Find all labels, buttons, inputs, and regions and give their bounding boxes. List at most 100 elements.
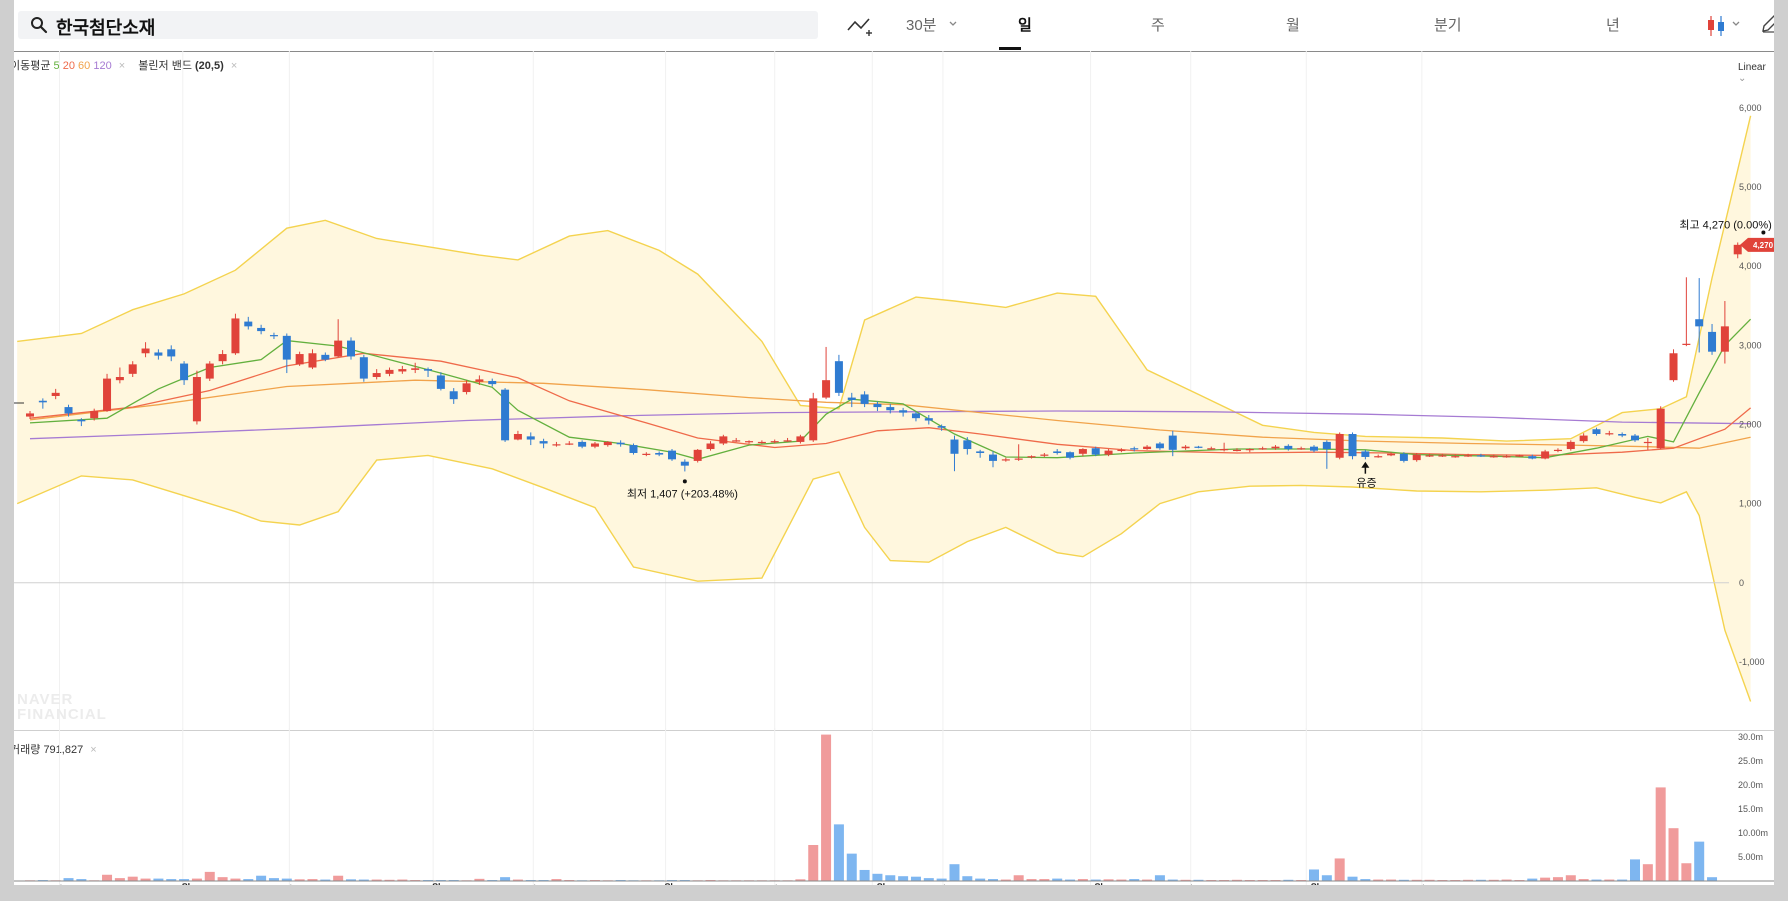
candle-body xyxy=(770,441,779,443)
volume-bar xyxy=(1013,875,1024,881)
chevron-down-icon[interactable] xyxy=(1731,20,1741,28)
volume-bar xyxy=(1694,841,1705,881)
candle-body xyxy=(1682,343,1691,345)
volume-bar xyxy=(846,853,857,881)
pencil-icon[interactable] xyxy=(1760,14,1774,34)
x-tick-label: 07/14 xyxy=(277,884,302,885)
tab-month[interactable]: 월 xyxy=(1286,14,1300,35)
candle-body xyxy=(51,392,60,397)
candle-body xyxy=(1708,331,1717,352)
volume-bar xyxy=(1655,787,1666,881)
volume-bar xyxy=(821,734,832,881)
candle xyxy=(822,346,831,400)
candle-body xyxy=(462,383,471,393)
candle-body xyxy=(1258,448,1267,450)
candle-body xyxy=(1631,435,1639,441)
candle xyxy=(501,388,510,442)
candle-body xyxy=(372,373,381,378)
tab-quarter[interactable]: 분기 xyxy=(1434,14,1462,35)
volume-bar xyxy=(127,876,138,881)
candle-body xyxy=(1245,449,1254,451)
volume-bar xyxy=(256,875,267,881)
candle-body xyxy=(141,348,150,354)
candle-body xyxy=(1502,456,1511,458)
candle-body xyxy=(257,327,266,332)
candle-body xyxy=(578,441,587,447)
search-query[interactable]: 한국첨단소재 xyxy=(56,14,155,40)
candle-body xyxy=(167,349,176,357)
top-toolbar: 한국첨단소재 30분 일 주 월 분기 년 xyxy=(14,0,1774,52)
candle xyxy=(359,354,368,382)
tab-week[interactable]: 주 xyxy=(1151,14,1165,35)
candle-body xyxy=(1361,451,1370,457)
candle-body xyxy=(1297,448,1306,450)
interval-30min-select[interactable]: 30분 xyxy=(906,14,937,35)
y-tick-label: 3,000 xyxy=(1739,340,1762,350)
candle-body xyxy=(1194,446,1203,448)
candle xyxy=(103,373,112,412)
volume-bar xyxy=(102,874,113,881)
candle xyxy=(668,449,676,461)
candle-body xyxy=(1078,449,1087,454)
candle xyxy=(192,370,201,425)
volume-bar xyxy=(962,876,973,881)
candle-body xyxy=(1553,449,1562,452)
candle-body xyxy=(385,369,394,374)
volume-bar xyxy=(1309,869,1319,881)
candle-body xyxy=(1720,326,1729,352)
drawing-tool-icon[interactable] xyxy=(846,14,874,38)
candle-body xyxy=(1348,433,1357,457)
x-tick-label: 11/14 xyxy=(1179,884,1204,885)
candle-body xyxy=(1310,446,1318,451)
candle-body xyxy=(1579,435,1588,442)
active-tab-indicator xyxy=(999,47,1021,50)
candle-body xyxy=(809,398,818,441)
candle-body xyxy=(501,389,510,441)
candle-body xyxy=(834,361,843,393)
y-tick-label: -1,000 xyxy=(1739,657,1765,667)
candle-body xyxy=(411,368,420,370)
candle-body xyxy=(1451,456,1460,458)
search-bar[interactable]: 한국첨단소재 xyxy=(18,11,818,39)
candle-body xyxy=(1181,446,1190,449)
chart-app: 한국첨단소재 30분 일 주 월 분기 년 이동평균 5 20 60 120 ×… xyxy=(14,0,1774,885)
y-tick-label: 6,000 xyxy=(1739,103,1762,113)
candle xyxy=(1656,406,1665,450)
candle-body xyxy=(655,452,664,455)
volume-bar xyxy=(1642,864,1653,881)
candle-body xyxy=(1053,451,1062,453)
candle-body xyxy=(1066,452,1075,458)
y-tick-label: 1,000 xyxy=(1739,499,1762,509)
candle xyxy=(629,443,638,455)
volume-bar xyxy=(1347,876,1358,881)
candle-body xyxy=(1284,445,1293,450)
candle xyxy=(834,354,843,397)
candle-body xyxy=(1541,451,1550,459)
volume-bar xyxy=(1565,875,1576,881)
candle-body xyxy=(359,357,368,379)
candle-body xyxy=(308,353,317,368)
candle-body xyxy=(1425,455,1434,457)
volume-bar xyxy=(1668,828,1679,881)
chevron-down-icon[interactable] xyxy=(948,20,958,28)
candle-body xyxy=(565,443,574,445)
candle-body xyxy=(1618,433,1627,436)
candle-body xyxy=(757,441,766,444)
y-tick-label: 0 xyxy=(1739,578,1744,588)
x-tick-label: 7월 xyxy=(176,883,191,885)
candle-body xyxy=(1489,456,1498,458)
candle-body xyxy=(295,354,304,365)
candle-body xyxy=(90,411,99,419)
price-chart[interactable]: -1,000 0 1,000 2,000 3,000 4,000 5,000 6,000 4,2… xyxy=(14,51,1774,731)
volume-bar xyxy=(885,875,896,881)
volume-y-tick-label: 20.0m xyxy=(1738,780,1763,790)
volume-chart[interactable]: 5.00m 10.00m 15.0m 20.0m 25.0m 30.0m 06/14 7월 07… xyxy=(14,728,1774,885)
candle xyxy=(1669,349,1678,382)
candle-body xyxy=(873,403,882,408)
search-icon[interactable] xyxy=(30,16,48,34)
candlestick-type-icon[interactable] xyxy=(1706,14,1728,38)
tab-year[interactable]: 년 xyxy=(1606,14,1620,35)
x-tick-label: 10/14 xyxy=(931,884,956,885)
candle-body xyxy=(38,400,47,403)
tab-day[interactable]: 일 xyxy=(1018,14,1032,35)
